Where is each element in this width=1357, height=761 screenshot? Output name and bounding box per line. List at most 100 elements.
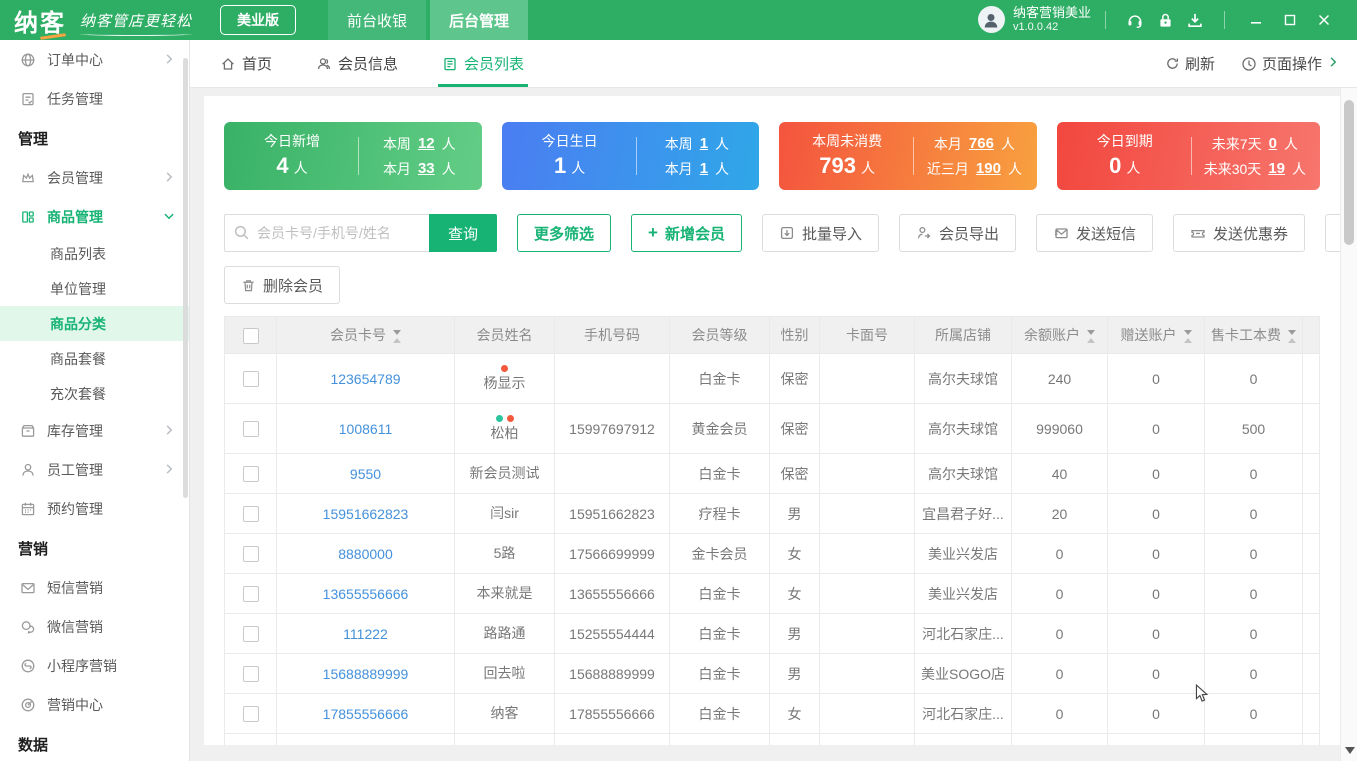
support-headset-icon[interactable] xyxy=(1120,11,1150,29)
column-header[interactable]: 赠送账户 xyxy=(1107,316,1205,354)
user-block[interactable]: 纳客营销美业 v1.0.0.42 xyxy=(977,5,1091,34)
member-card-face xyxy=(819,733,915,745)
stat-detail-link[interactable]: 33 xyxy=(418,160,435,177)
sidebar-item[interactable]: 预约管理 xyxy=(0,489,189,528)
member-card-link[interactable]: 111222 xyxy=(343,626,388,642)
row-checkbox[interactable] xyxy=(242,506,259,523)
main-scrollbar[interactable] xyxy=(1340,88,1357,761)
row-checkbox[interactable] xyxy=(242,546,259,563)
batch-import-button[interactable]: 批量导入 xyxy=(761,214,879,252)
add-member-button[interactable]: + 新增会员 xyxy=(631,214,742,252)
member-card-link[interactable]: 1008611 xyxy=(339,421,392,437)
table-row[interactable]: 15688889999 回去啦 15688889999 白金卡 男 美业SOGO… xyxy=(224,653,1320,694)
search-input[interactable] xyxy=(224,214,429,252)
row-checkbox[interactable] xyxy=(242,626,259,643)
member-card-link[interactable]: 15688889999 xyxy=(323,666,409,682)
main-scrollbar-thumb[interactable] xyxy=(1344,100,1354,245)
table-row[interactable]: 9550 新会员测试 白金卡 保密 高尔夫球馆 40 0 0 xyxy=(224,453,1320,494)
sidebar-item[interactable]: 库存管理 xyxy=(0,411,189,450)
stat-value: 793 人 xyxy=(819,152,876,178)
delete-member-button[interactable]: 删除会员 xyxy=(224,266,341,304)
more-filter-button[interactable]: 更多筛选 xyxy=(517,214,612,252)
member-tag-button[interactable]: 会员标签 xyxy=(1325,214,1340,252)
sort-icon[interactable] xyxy=(393,329,401,343)
page-operations-button[interactable]: 页面操作 xyxy=(1241,53,1339,74)
stat-detail-link[interactable]: 1 xyxy=(700,160,708,177)
member-card-link[interactable]: 123654789 xyxy=(330,371,400,387)
sidebar-item[interactable]: 商品管理 xyxy=(0,197,189,236)
scroll-down-arrow[interactable] xyxy=(1345,747,1355,754)
row-checkbox[interactable] xyxy=(242,371,259,388)
member-store: 高尔夫球馆 xyxy=(914,403,1012,454)
sidebar-item[interactable]: 订单中心 xyxy=(0,40,189,79)
table-row[interactable]: 123654789 杨显示 白金卡 保密 高尔夫球馆 240 0 0 xyxy=(224,353,1320,404)
stat-detail-link[interactable]: 766 xyxy=(969,135,994,152)
table-row[interactable]: 15951662823 闫sir 15951662823 疗程卡 男 宜昌君子好… xyxy=(224,493,1320,534)
member-export-button[interactable]: 会员导出 xyxy=(899,214,1017,252)
sidebar-item[interactable]: 营销中心 xyxy=(0,685,189,724)
select-all-checkbox[interactable] xyxy=(242,327,259,344)
row-checkbox[interactable] xyxy=(242,706,259,723)
page-tab-0[interactable]: 首页 xyxy=(220,40,272,87)
sidebar-item[interactable]: 短信营销 xyxy=(0,568,189,607)
search-button[interactable]: 查询 xyxy=(429,214,498,252)
sidebar-item[interactable]: 任务管理 xyxy=(0,79,189,118)
sidebar-item[interactable]: 小程序营销 xyxy=(0,646,189,685)
lock-icon[interactable] xyxy=(1150,12,1180,29)
column-header[interactable]: 会员卡号 xyxy=(276,316,455,354)
sidebar-item[interactable]: 会员管理 xyxy=(0,158,189,197)
member-phone: 15997697912 xyxy=(554,403,670,454)
row-checkbox[interactable] xyxy=(242,586,259,603)
column-header[interactable]: 售卡工本费 xyxy=(1204,316,1303,354)
sidebar-item[interactable]: 微信营销 xyxy=(0,607,189,646)
row-checkbox[interactable] xyxy=(242,666,259,683)
table-row[interactable]: 17855556666 纳客 17855556666 白金卡 女 河北石家庄..… xyxy=(224,693,1320,734)
column-header: 性别 xyxy=(769,316,820,354)
sidebar-subitem[interactable]: 商品分类 xyxy=(0,306,189,341)
sort-icon[interactable] xyxy=(1288,329,1296,343)
member-card-link[interactable]: 8880000 xyxy=(338,546,393,562)
stat-detail-link[interactable]: 1 xyxy=(700,135,708,152)
stat-detail-link[interactable]: 0 xyxy=(1269,135,1277,152)
table-row[interactable]: 1008611 松柏 15997697912 黄金会员 保密 高尔夫球馆 999… xyxy=(224,403,1320,454)
minimize-button[interactable] xyxy=(1239,0,1273,40)
row-checkbox[interactable] xyxy=(242,421,259,438)
stat-detail-link[interactable]: 190 xyxy=(976,160,1001,177)
member-card-link[interactable]: 15951662823 xyxy=(323,506,409,522)
stat-detail-link[interactable]: 12 xyxy=(418,135,435,152)
page-tab-1[interactable]: 会员信息 xyxy=(316,40,398,87)
header-tab-1[interactable]: 后台管理 xyxy=(430,0,529,40)
refresh-button[interactable]: 刷新 xyxy=(1165,53,1215,74)
sidebar-item[interactable]: 员工管理 xyxy=(0,450,189,489)
page-tab-2[interactable]: 会员列表 xyxy=(438,40,529,87)
sort-icon[interactable] xyxy=(1183,329,1192,343)
row-checkbox[interactable] xyxy=(242,466,259,483)
member-card-link[interactable]: 17855556666 xyxy=(323,706,409,722)
status-dot-red xyxy=(501,364,508,372)
stat-title: 今日生日 xyxy=(541,132,598,149)
maximize-button[interactable] xyxy=(1273,0,1307,40)
sidebar-subitem[interactable]: 单位管理 xyxy=(0,271,189,306)
header-tab-0[interactable]: 前台收银 xyxy=(328,0,427,40)
close-button[interactable] xyxy=(1307,0,1341,40)
cell-filler xyxy=(1302,653,1320,694)
sidebar-subitem[interactable]: 商品列表 xyxy=(0,236,189,271)
member-card-link[interactable]: 9550 xyxy=(350,466,381,482)
column-header[interactable]: 余额账户 xyxy=(1011,316,1108,354)
table-row[interactable]: 15966668888 购日 15966668888 黑卡子 女 美业SOGO店… xyxy=(224,733,1320,745)
download-icon[interactable] xyxy=(1180,11,1210,29)
table-row[interactable]: 8880000 5路 17566699999 金卡会员 女 美业兴发店 0 0 … xyxy=(224,533,1320,574)
stat-detail-link[interactable]: 19 xyxy=(1268,160,1285,177)
stat-value: 1人 xyxy=(553,152,586,178)
sidebar-subitem[interactable]: 商品套餐 xyxy=(0,341,189,376)
sidebar-subitem[interactable]: 充次套餐 xyxy=(0,376,189,411)
table-row[interactable]: 111222 路路通 15255554444 白金卡 男 河北石家庄... 0 … xyxy=(224,613,1320,654)
table-row[interactable]: 13655556666 本来就是 13655556666 白金卡 女 美业兴发店… xyxy=(224,573,1320,614)
sidebar-scrollbar-thumb[interactable] xyxy=(183,58,188,498)
search-icon xyxy=(233,224,250,241)
send-sms-button[interactable]: 发送短信 xyxy=(1036,214,1154,252)
send-coupon-button[interactable]: 发送优惠券 xyxy=(1173,214,1306,252)
sort-icon[interactable] xyxy=(1087,329,1095,343)
member-phone: 15966668888 xyxy=(554,733,670,745)
member-card-link[interactable]: 13655556666 xyxy=(323,586,409,602)
